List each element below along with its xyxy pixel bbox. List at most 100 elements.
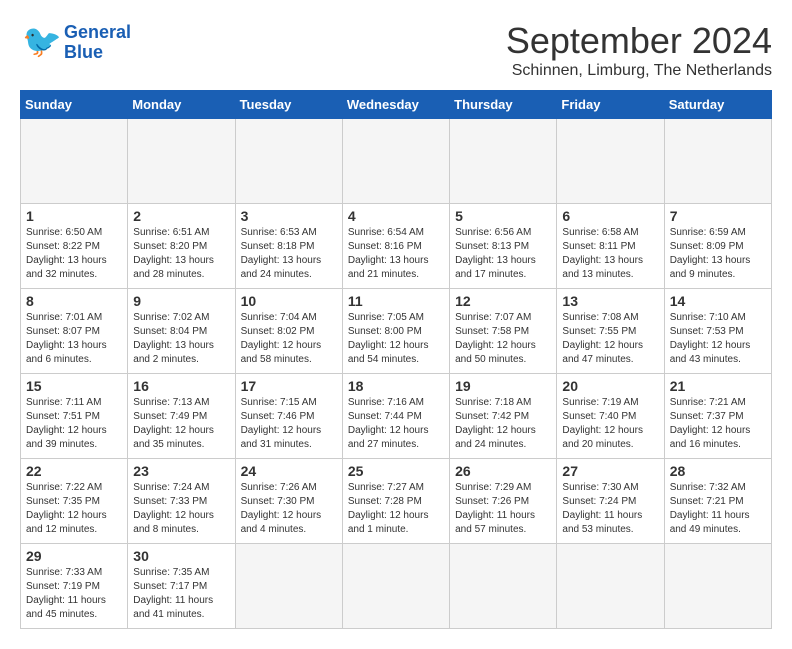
- calendar-cell: 28Sunrise: 7:32 AM Sunset: 7:21 PM Dayli…: [664, 459, 771, 544]
- day-info: Sunrise: 7:32 AM Sunset: 7:21 PM Dayligh…: [670, 481, 766, 537]
- calendar-cell: 21 Sunrise: 7:21 AM Sunset: 7:37 PM Dayli…: [664, 374, 771, 459]
- logo: 🐦 General Blue: [20, 20, 131, 65]
- calendar-cell: 22Sunrise: 7:22 AM Sunset: 7:35 PM Dayli…: [21, 459, 128, 544]
- day-info: Sunrise: 7:13 AM Sunset: 7:49 PM Dayligh…: [133, 396, 229, 452]
- calendar-cell: 9 Sunrise: 7:02 AM Sunset: 8:04 PM Daylig…: [128, 289, 235, 374]
- week-row-5: 29 Sunrise: 7:33 AM Sunset: 7:19 PM Dayli…: [21, 544, 772, 629]
- day-number: 7: [670, 208, 766, 224]
- calendar-table: SundayMondayTuesdayWednesdayThursdayFrid…: [20, 90, 772, 629]
- calendar-cell: 11Sunrise: 7:05 AM Sunset: 8:00 PM Dayli…: [342, 289, 449, 374]
- page-header: 🐦 General Blue September 2024 Schinnen, …: [20, 20, 772, 80]
- weekday-header-thursday: Thursday: [450, 91, 557, 119]
- day-number: 6: [562, 208, 658, 224]
- day-number: 2: [133, 208, 229, 224]
- day-number: 4: [348, 208, 444, 224]
- calendar-cell: 2Sunrise: 6:51 AM Sunset: 8:20 PM Daylig…: [128, 204, 235, 289]
- day-number: 14: [670, 293, 766, 309]
- day-info: Sunrise: 6:56 AM Sunset: 8:13 PM Dayligh…: [455, 226, 551, 282]
- calendar-cell: 13 Sunrise: 7:08 AM Sunset: 7:55 PM Dayli…: [557, 289, 664, 374]
- day-number: 21: [670, 378, 766, 394]
- calendar-cell: [450, 544, 557, 629]
- weekday-header-row: SundayMondayTuesdayWednesdayThursdayFrid…: [21, 91, 772, 119]
- day-number: 24: [241, 463, 337, 479]
- logo-general: General: [64, 22, 131, 42]
- day-number: 29: [26, 548, 122, 564]
- day-info: Sunrise: 7:07 AM Sunset: 7:58 PM Dayligh…: [455, 311, 551, 367]
- day-number: 25: [348, 463, 444, 479]
- calendar-cell: 23 Sunrise: 7:24 AM Sunset: 7:33 PM Dayli…: [128, 459, 235, 544]
- calendar-cell: 15 Sunrise: 7:11 AM Sunset: 7:51 PM Dayli…: [21, 374, 128, 459]
- logo-blue: Blue: [64, 42, 103, 62]
- calendar-cell: [342, 544, 449, 629]
- calendar-cell: [235, 544, 342, 629]
- week-row-3: 15 Sunrise: 7:11 AM Sunset: 7:51 PM Dayli…: [21, 374, 772, 459]
- day-info: Sunrise: 7:19 AM Sunset: 7:40 PM Dayligh…: [562, 396, 658, 452]
- day-info: Sunrise: 6:53 AM Sunset: 8:18 PM Dayligh…: [241, 226, 337, 282]
- day-number: 8: [26, 293, 122, 309]
- title-block: September 2024 Schinnen, Limburg, The Ne…: [506, 20, 772, 80]
- day-info: Sunrise: 7:33 AM Sunset: 7:19 PM Dayligh…: [26, 566, 122, 622]
- day-number: 18: [348, 378, 444, 394]
- day-number: 26: [455, 463, 551, 479]
- month-year-title: September 2024: [506, 20, 772, 62]
- day-info: Sunrise: 6:59 AM Sunset: 8:09 PM Dayligh…: [670, 226, 766, 282]
- day-info: Sunrise: 7:26 AM Sunset: 7:30 PM Dayligh…: [241, 481, 337, 537]
- day-number: 12: [455, 293, 551, 309]
- calendar-cell: 12 Sunrise: 7:07 AM Sunset: 7:58 PM Dayli…: [450, 289, 557, 374]
- day-info: Sunrise: 7:15 AM Sunset: 7:46 PM Dayligh…: [241, 396, 337, 452]
- day-number: 22: [26, 463, 122, 479]
- day-info: Sunrise: 7:21 AM Sunset: 7:37 PM Dayligh…: [670, 396, 766, 452]
- calendar-cell: 18 Sunrise: 7:16 AM Sunset: 7:44 PM Dayli…: [342, 374, 449, 459]
- day-number: 15: [26, 378, 122, 394]
- day-number: 17: [241, 378, 337, 394]
- calendar-cell: 26Sunrise: 7:29 AM Sunset: 7:26 PM Dayli…: [450, 459, 557, 544]
- day-number: 9: [133, 293, 229, 309]
- calendar-cell: 17 Sunrise: 7:15 AM Sunset: 7:46 PM Dayli…: [235, 374, 342, 459]
- day-info: Sunrise: 7:24 AM Sunset: 7:33 PM Dayligh…: [133, 481, 229, 537]
- day-info: Sunrise: 6:54 AM Sunset: 8:16 PM Dayligh…: [348, 226, 444, 282]
- day-info: Sunrise: 7:30 AM Sunset: 7:24 PM Dayligh…: [562, 481, 658, 537]
- svg-text:🐦: 🐦: [22, 23, 60, 59]
- day-number: 27: [562, 463, 658, 479]
- logo-text: General Blue: [64, 23, 131, 63]
- day-info: Sunrise: 7:11 AM Sunset: 7:51 PM Dayligh…: [26, 396, 122, 452]
- calendar-cell: 10Sunrise: 7:04 AM Sunset: 8:02 PM Dayli…: [235, 289, 342, 374]
- week-row-4: 22Sunrise: 7:22 AM Sunset: 7:35 PM Dayli…: [21, 459, 772, 544]
- calendar-cell: 20 Sunrise: 7:19 AM Sunset: 7:40 PM Dayli…: [557, 374, 664, 459]
- weekday-header-sunday: Sunday: [21, 91, 128, 119]
- day-info: Sunrise: 7:10 AM Sunset: 7:53 PM Dayligh…: [670, 311, 766, 367]
- day-info: Sunrise: 7:27 AM Sunset: 7:28 PM Dayligh…: [348, 481, 444, 537]
- week-row-1: 1Sunrise: 6:50 AM Sunset: 8:22 PM Daylig…: [21, 204, 772, 289]
- day-info: Sunrise: 7:08 AM Sunset: 7:55 PM Dayligh…: [562, 311, 658, 367]
- weekday-header-monday: Monday: [128, 91, 235, 119]
- calendar-cell: 29 Sunrise: 7:33 AM Sunset: 7:19 PM Dayli…: [21, 544, 128, 629]
- calendar-cell: [557, 544, 664, 629]
- calendar-cell: 3 Sunrise: 6:53 AM Sunset: 8:18 PM Daylig…: [235, 204, 342, 289]
- day-info: Sunrise: 7:02 AM Sunset: 8:04 PM Dayligh…: [133, 311, 229, 367]
- calendar-cell: [342, 119, 449, 204]
- weekday-header-tuesday: Tuesday: [235, 91, 342, 119]
- calendar-cell: [664, 119, 771, 204]
- week-row-0: [21, 119, 772, 204]
- day-info: Sunrise: 7:16 AM Sunset: 7:44 PM Dayligh…: [348, 396, 444, 452]
- calendar-cell: 6 Sunrise: 6:58 AM Sunset: 8:11 PM Daylig…: [557, 204, 664, 289]
- day-info: Sunrise: 7:05 AM Sunset: 8:00 PM Dayligh…: [348, 311, 444, 367]
- calendar-cell: 4 Sunrise: 6:54 AM Sunset: 8:16 PM Daylig…: [342, 204, 449, 289]
- calendar-cell: 1Sunrise: 6:50 AM Sunset: 8:22 PM Daylig…: [21, 204, 128, 289]
- calendar-cell: [128, 119, 235, 204]
- day-number: 3: [241, 208, 337, 224]
- calendar-cell: 30Sunrise: 7:35 AM Sunset: 7:17 PM Dayli…: [128, 544, 235, 629]
- calendar-cell: 24 Sunrise: 7:26 AM Sunset: 7:30 PM Dayli…: [235, 459, 342, 544]
- calendar-cell: 5Sunrise: 6:56 AM Sunset: 8:13 PM Daylig…: [450, 204, 557, 289]
- calendar-cell: 19Sunrise: 7:18 AM Sunset: 7:42 PM Dayli…: [450, 374, 557, 459]
- weekday-header-wednesday: Wednesday: [342, 91, 449, 119]
- day-number: 13: [562, 293, 658, 309]
- day-info: Sunrise: 7:01 AM Sunset: 8:07 PM Dayligh…: [26, 311, 122, 367]
- day-number: 19: [455, 378, 551, 394]
- day-number: 20: [562, 378, 658, 394]
- calendar-cell: [21, 119, 128, 204]
- day-info: Sunrise: 6:58 AM Sunset: 8:11 PM Dayligh…: [562, 226, 658, 282]
- day-number: 23: [133, 463, 229, 479]
- day-info: Sunrise: 6:50 AM Sunset: 8:22 PM Dayligh…: [26, 226, 122, 282]
- day-number: 10: [241, 293, 337, 309]
